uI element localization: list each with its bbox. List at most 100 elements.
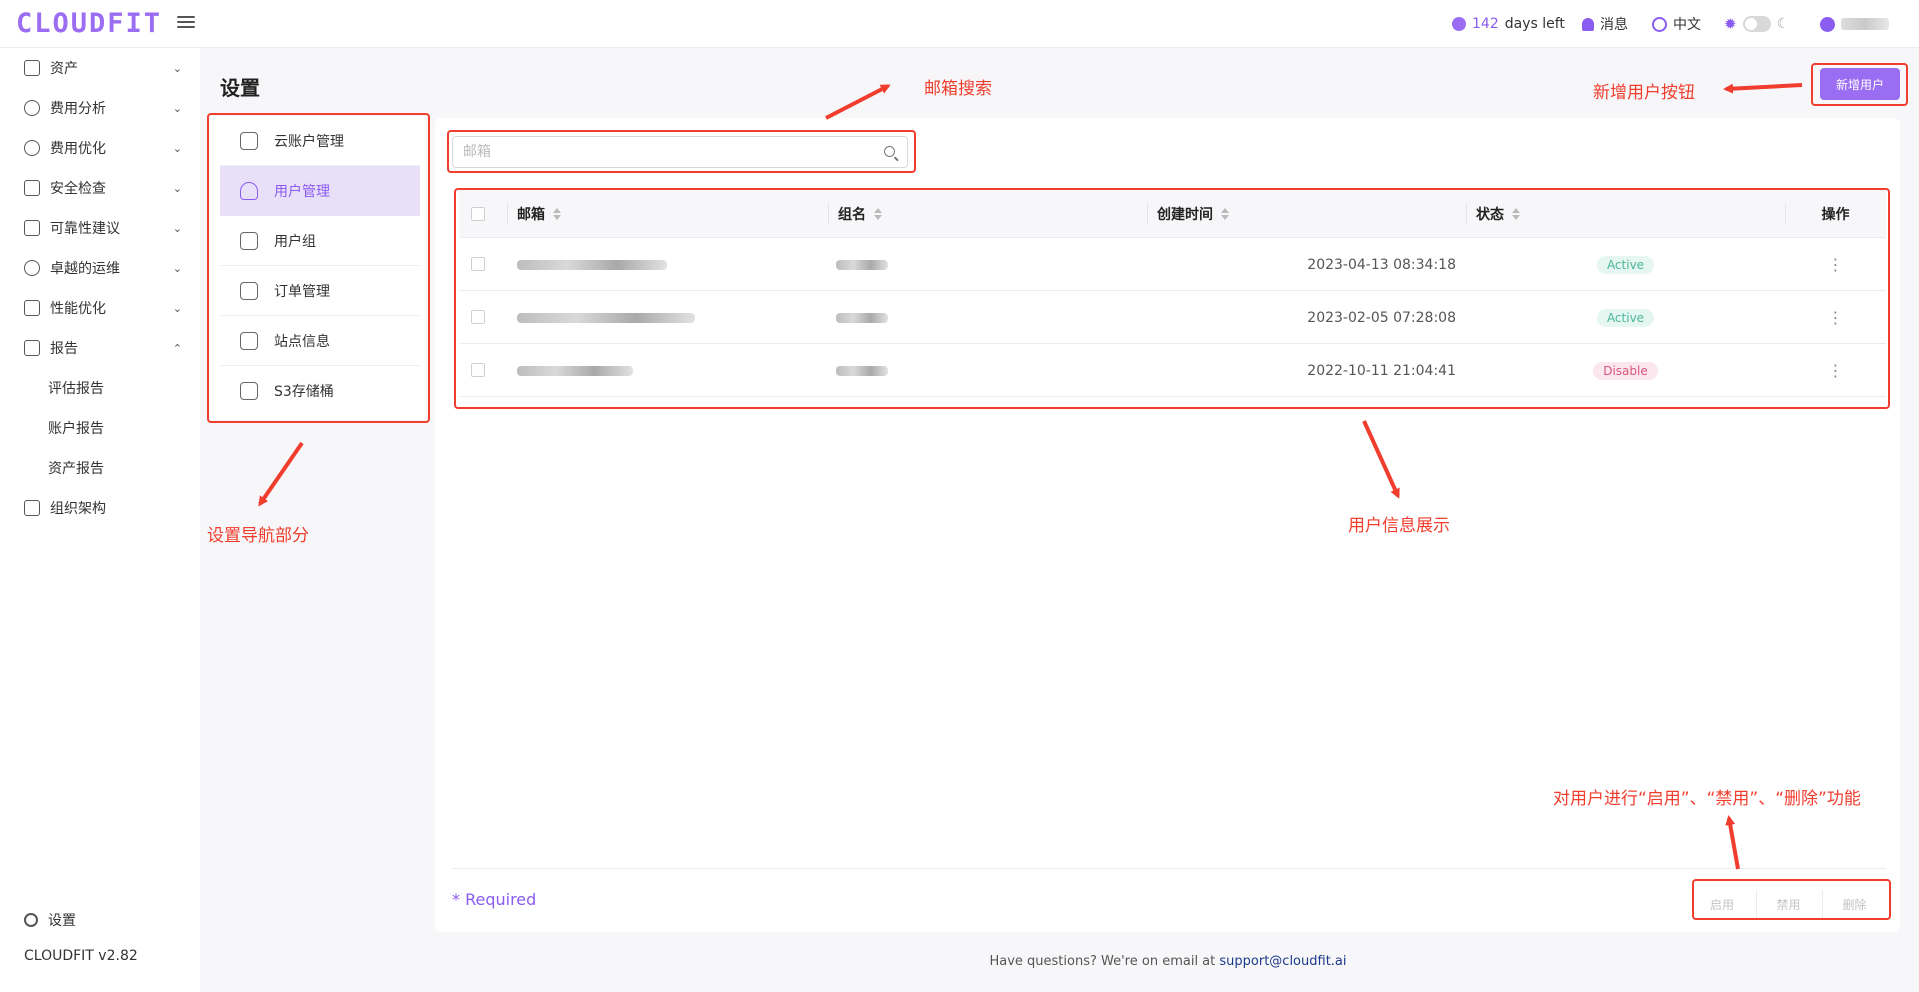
document-icon	[240, 331, 258, 350]
sort-icon[interactable]	[1512, 208, 1520, 220]
sidebar-item-label: 费用分析	[50, 101, 106, 117]
sidebar-item-org[interactable]: 组织架构	[0, 488, 200, 528]
sidebar-item-performance[interactable]: 性能优化 ⌄	[0, 288, 200, 328]
report-icon	[24, 340, 40, 356]
column-header-created[interactable]: 创建时间	[1157, 190, 1229, 238]
row-checkbox[interactable]	[471, 310, 485, 324]
sidebar-item-label: 费用优化	[50, 141, 106, 157]
sidebar-item-asset[interactable]: 资产 ⌄	[0, 48, 200, 88]
status-cell: Disable	[1466, 344, 1785, 397]
sidebar-item-report[interactable]: 报告 ⌃	[0, 328, 200, 368]
menu-toggle-icon[interactable]	[177, 13, 195, 31]
delete-button[interactable]: 删除	[1822, 890, 1886, 918]
chevron-down-icon: ⌄	[172, 101, 182, 115]
row-more-menu[interactable]: ⋮	[1785, 238, 1886, 291]
search-icon[interactable]	[884, 146, 895, 157]
messages-button[interactable]: 消息	[1582, 14, 1628, 34]
created-time-cell: 2023-04-13 08:34:18	[1307, 256, 1456, 273]
select-all-checkbox[interactable]	[471, 207, 485, 221]
settings-nav-cloud-accounts[interactable]: 云账户管理	[220, 116, 420, 166]
performance-icon	[24, 300, 40, 316]
sidebar-item-operations[interactable]: 卓越的运维 ⌄	[0, 248, 200, 288]
trial-days-indicator: 142 days left	[1452, 14, 1565, 34]
table-header: 邮箱 组名 创建时间 状态 操作	[459, 190, 1886, 238]
row-checkbox[interactable]	[471, 257, 485, 271]
sort-icon[interactable]	[1221, 208, 1229, 220]
sidebar-subitem-asset-report[interactable]: 资产报告	[0, 448, 200, 488]
chevron-down-icon: ⌄	[172, 181, 182, 195]
column-separator	[507, 204, 508, 224]
support-question: Have questions? We're on email at	[989, 954, 1216, 969]
row-more-menu[interactable]: ⋮	[1785, 291, 1886, 344]
settings-nav-s3-buckets[interactable]: S3存储桶	[220, 366, 420, 416]
user-group-icon	[240, 231, 258, 250]
sidebar-item-cost-optimization[interactable]: 费用优化 ⌄	[0, 128, 200, 168]
enable-button[interactable]: 启用	[1690, 890, 1754, 918]
group-cell-blurred	[836, 344, 888, 397]
add-user-button[interactable]: 新增用户	[1820, 68, 1900, 100]
cost-analysis-icon	[24, 100, 40, 116]
sidebar-item-settings[interactable]: 设置	[24, 910, 76, 930]
column-separator	[1147, 204, 1148, 224]
language-label: 中文	[1673, 17, 1701, 33]
row-checkbox[interactable]	[471, 363, 485, 377]
page-title: 设置	[220, 76, 260, 100]
more-vertical-icon[interactable]: ⋮	[1828, 308, 1844, 327]
more-vertical-icon[interactable]: ⋮	[1828, 255, 1844, 274]
sidebar-item-label: 卓越的运维	[50, 261, 120, 277]
sidebar-subitem-assessment-report[interactable]: 评估报告	[0, 368, 200, 408]
settings-nav-site-info[interactable]: 站点信息	[220, 316, 420, 366]
arrow-to-new-user	[1723, 83, 1803, 94]
theme-switch[interactable]	[1742, 16, 1771, 32]
theme-toggle[interactable]: ✹ ☾	[1724, 14, 1789, 34]
sidebar-item-security-check[interactable]: 安全检查 ⌄	[0, 168, 200, 208]
sidebar-subitem-account-report[interactable]: 账户报告	[0, 408, 200, 448]
column-header-email[interactable]: 邮箱	[517, 190, 561, 238]
chevron-down-icon: ⌄	[172, 301, 182, 315]
annotation-label-user-info: 用户信息展示	[1348, 516, 1450, 536]
app-logo: CLOUDFIT	[16, 8, 163, 39]
required-note: * Required	[452, 890, 537, 909]
language-switch[interactable]: 中文	[1652, 14, 1701, 34]
sun-icon: ✹	[1724, 15, 1737, 33]
status-cell: Active	[1466, 291, 1785, 344]
column-separator	[828, 204, 829, 224]
support-email-link[interactable]: support@cloudfit.ai	[1219, 954, 1346, 969]
top-bar: CLOUDFIT 142 days left 消息 中文 ✹ ☾	[0, 0, 1919, 48]
sidebar-item-cost-analysis[interactable]: 费用分析 ⌄	[0, 88, 200, 128]
settings-nav-user-groups[interactable]: 用户组	[220, 216, 420, 266]
email-cell-blurred	[517, 238, 667, 291]
settings-nav-orders[interactable]: 订单管理	[220, 266, 420, 316]
email-search-input[interactable]	[453, 137, 863, 167]
created-time-cell: 2022-10-11 21:04:41	[1307, 362, 1456, 379]
created-time-cell: 2023-02-05 07:28:08	[1307, 309, 1456, 326]
column-header-status[interactable]: 状态	[1476, 190, 1520, 238]
annotation-label-settings-nav: 设置导航部分	[207, 526, 309, 546]
email-search-box	[452, 136, 908, 168]
settings-nav-label: 用户组	[274, 233, 316, 250]
status-cell: Active	[1466, 238, 1785, 291]
sort-icon[interactable]	[553, 208, 561, 220]
annotation-label-new-user: 新增用户按钮	[1593, 83, 1695, 103]
sort-icon[interactable]	[874, 208, 882, 220]
user-menu[interactable]	[1820, 14, 1889, 34]
alarm-icon	[24, 180, 40, 196]
cloud-icon	[240, 131, 258, 150]
user-avatar-icon	[1820, 16, 1835, 32]
row-more-menu[interactable]: ⋮	[1785, 344, 1886, 397]
settings-nav-label: S3存储桶	[274, 384, 334, 400]
status-badge: Active	[1596, 308, 1655, 327]
disable-button[interactable]: 禁用	[1756, 890, 1820, 918]
more-vertical-icon[interactable]: ⋮	[1828, 361, 1844, 380]
settings-nav-user-management[interactable]: 用户管理	[220, 166, 420, 216]
sidebar-item-label: 性能优化	[50, 301, 106, 317]
settings-nav-label: 站点信息	[274, 333, 330, 350]
sidebar-item-label: 设置	[48, 913, 76, 929]
column-label: 组名	[838, 207, 866, 223]
sidebar-item-reliability[interactable]: 可靠性建议 ⌄	[0, 208, 200, 248]
column-header-group[interactable]: 组名	[838, 190, 882, 238]
arrow-from-settings-nav	[258, 441, 304, 507]
asset-icon	[24, 60, 40, 76]
messages-label: 消息	[1600, 17, 1628, 33]
clock-icon	[1452, 17, 1466, 31]
